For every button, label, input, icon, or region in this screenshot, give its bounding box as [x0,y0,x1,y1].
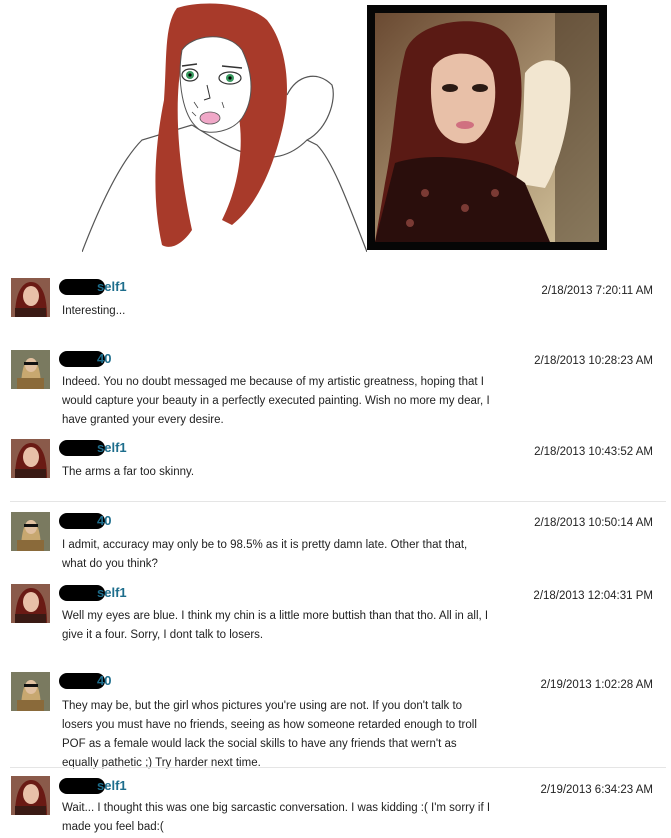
timestamp: 2/18/2013 12:04:31 PM [533,590,653,602]
timestamp: 2/18/2013 10:50:14 AM [534,517,653,529]
message-text: They may be, but the girl whos pictures … [62,700,477,769]
profile-photo [367,5,607,250]
message-text: The arms a far too skinny. [62,466,195,478]
timestamp: 2/19/2013 6:34:23 AM [540,784,653,796]
timestamp: 2/18/2013 10:43:52 AM [534,446,653,458]
avatar[interactable] [11,776,50,815]
username[interactable]: 40 [97,351,111,367]
message-text: Indeed. You no doubt messaged me because… [62,376,490,426]
timestamp: 2/18/2013 10:28:23 AM [534,355,653,367]
image-header [0,0,671,260]
avatar[interactable] [11,512,50,551]
username[interactable]: self1 [97,778,127,794]
username[interactable]: 40 [97,673,111,689]
message-text: Interesting... [62,305,126,317]
avatar[interactable] [11,278,50,317]
message-text: Well my eyes are blue. I think my chin i… [62,610,489,641]
avatar[interactable] [11,672,50,711]
avatar[interactable] [11,439,50,478]
username[interactable]: 40 [97,513,111,529]
timestamp: 2/18/2013 7:20:11 AM [541,285,653,297]
avatar[interactable] [11,350,50,389]
divider [10,767,666,768]
message-text: Wait... I thought this was one big sarca… [62,802,491,833]
username[interactable]: self1 [97,279,127,295]
username[interactable]: self1 [97,440,127,456]
username[interactable]: self1 [97,585,127,601]
timestamp: 2/19/2013 1:02:28 AM [540,679,653,691]
avatar[interactable] [11,584,50,623]
divider [10,501,666,502]
message-text: I admit, accuracy may only be to 98.5% a… [62,539,468,570]
ms-paint-drawing [82,3,367,252]
